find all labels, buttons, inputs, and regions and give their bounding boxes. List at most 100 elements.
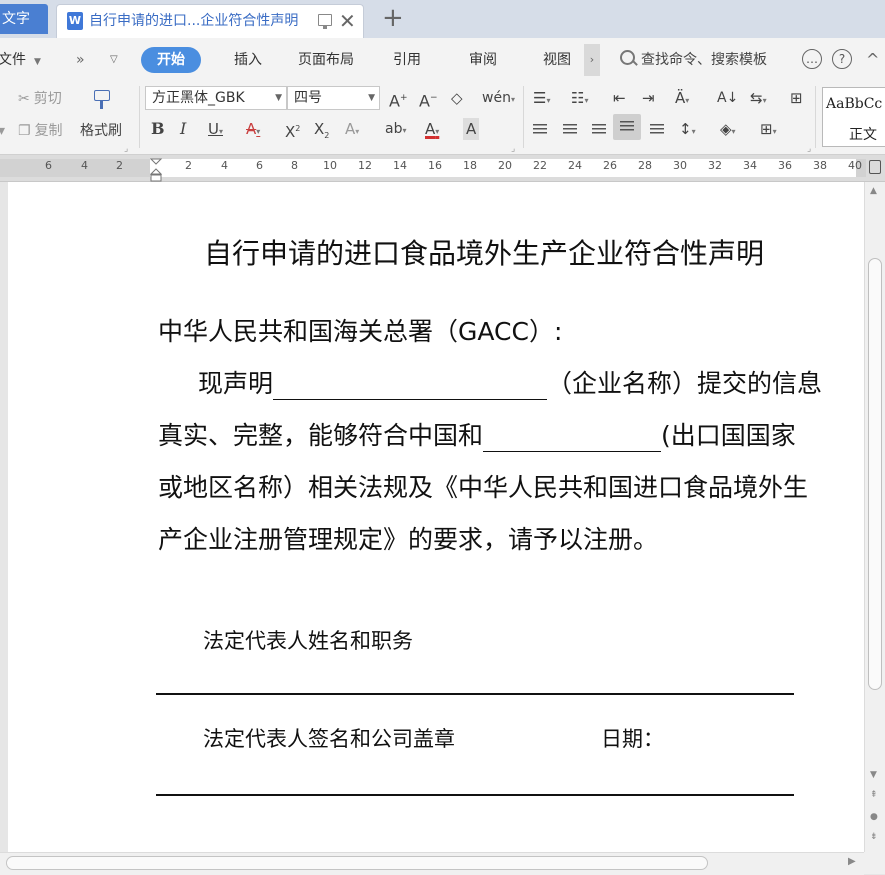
superscript-button[interactable]: X2 [285, 118, 300, 143]
horizontal-scrollbar[interactable]: ▶ [0, 852, 864, 875]
ruler-label: 20 [498, 159, 512, 172]
text-effects-icon[interactable]: A▾ [345, 118, 359, 143]
menu-file-label: 文件 [0, 52, 26, 68]
browse-object-icon[interactable]: ● [870, 812, 878, 822]
ruler-label: 4 [81, 159, 88, 172]
document-page[interactable]: 自行申请的进口食品境外生产企业符合性声明 中华人民共和国海关总署（GACC）: … [8, 182, 864, 852]
vertical-scrollbar[interactable]: ▲ ▼ ⇞ ● ⇟ [864, 182, 885, 852]
shading-bucket-icon[interactable]: ◈▾ [720, 118, 736, 143]
p1-start: 现声明 [198, 369, 274, 398]
horizontal-scroll-thumb[interactable] [6, 856, 708, 870]
font-color-icon[interactable]: A▾ [425, 118, 439, 143]
document-tab[interactable]: W 自行申请的进口...企业符合性声明 ✕ [56, 4, 364, 38]
grow-font-icon[interactable]: A+ [389, 87, 408, 112]
p1-end: （企业名称）提交的信息 [547, 369, 823, 398]
app-home-tab[interactable]: 文字 [0, 4, 48, 34]
ruler-label: 4 [221, 159, 228, 172]
style-normal-button[interactable]: AaBbCc 正文 [822, 87, 885, 147]
highlight-icon[interactable]: ab▾ [385, 118, 406, 142]
ruler-label: 14 [393, 159, 407, 172]
feedback-icon[interactable]: … [802, 49, 822, 69]
scroll-right-icon[interactable]: ▶ [848, 856, 856, 867]
show-marks-icon[interactable]: ⊞ [790, 87, 803, 109]
vertical-scroll-thumb[interactable] [868, 258, 882, 690]
document-heading: 自行申请的进口食品境外生产企业符合性声明 [204, 237, 765, 270]
font-name-value: 方正黑体_GBK [152, 90, 245, 106]
italic-button[interactable]: I [180, 118, 186, 140]
style-name: 正文 [849, 127, 877, 143]
previous-page-icon[interactable]: ⇞ [870, 790, 878, 800]
tab-page-layout[interactable]: 页面布局 [298, 38, 354, 82]
numbered-list-icon[interactable]: ☷▾ [571, 87, 588, 112]
cut-button[interactable]: ✂ 剪切 [18, 88, 62, 110]
char-shading-icon[interactable]: A [463, 118, 480, 140]
copy-button[interactable]: ❐ 复制 [18, 120, 63, 142]
paintbrush-icon[interactable] [91, 88, 113, 110]
sort-icon[interactable]: A↓ [717, 87, 738, 109]
text-direction-icon[interactable]: Ä▾ [675, 87, 689, 112]
borders-icon[interactable]: ⊞▾ [760, 118, 777, 143]
copy-icon: ❐ [18, 123, 31, 139]
tab-references[interactable]: 引用 [393, 38, 421, 82]
rep-sign-label: 法定代表人签名和公司盖章 [203, 727, 455, 751]
bullet-list-icon[interactable]: ☰▾ [533, 87, 550, 112]
ruler-label: 26 [603, 159, 617, 172]
monitor-icon[interactable] [318, 14, 332, 29]
decrease-indent-icon[interactable]: ⇤ [613, 87, 626, 109]
collapse-ribbon-icon[interactable]: ^ [866, 38, 879, 82]
increase-indent-icon[interactable]: ⇥ [642, 87, 655, 109]
strikethrough-button[interactable]: A▾ [246, 118, 260, 143]
font-name-select[interactable]: 方正黑体_GBK ▼ [145, 86, 287, 110]
more-tabs-arrow-icon[interactable]: › [584, 44, 600, 76]
ruler-label: 28 [638, 159, 652, 172]
subscript-button[interactable]: X2 [314, 118, 329, 147]
cut-label: 剪切 [33, 91, 62, 107]
signature-line[interactable] [156, 794, 794, 796]
ruler-label: 12 [358, 159, 372, 172]
ruler-label: 18 [463, 159, 477, 172]
tab-review[interactable]: 审阅 [469, 38, 497, 82]
underline-button[interactable]: U▾ [208, 118, 223, 143]
align-right-icon[interactable] [592, 124, 606, 136]
justify-button[interactable] [613, 114, 641, 140]
ruler-label: 6 [256, 159, 263, 172]
scroll-down-icon[interactable]: ▼ [870, 770, 877, 780]
ruler-label: 30 [673, 159, 687, 172]
ruler-toggle-icon[interactable] [866, 158, 885, 178]
search-placeholder: 查找命令、搜索模板 [641, 52, 767, 68]
indent-marker-icon[interactable] [150, 158, 162, 182]
bold-button[interactable]: B [151, 118, 165, 140]
ruler-label: 32 [708, 159, 722, 172]
paste-dropdown-icon[interactable]: ▾ [0, 120, 5, 142]
writer-doc-icon: W [67, 12, 83, 30]
next-page-icon[interactable]: ⇟ [870, 832, 878, 842]
chevron-down-icon: ▼ [275, 93, 282, 103]
close-icon[interactable]: ✕ [339, 10, 356, 32]
shrink-font-icon[interactable]: A− [419, 87, 438, 112]
tab-view[interactable]: 视图 [543, 38, 571, 82]
distributed-align-icon[interactable] [650, 124, 664, 136]
line-spacing-icon[interactable]: ↕▾ [679, 118, 696, 143]
tab-home[interactable]: 开始 [141, 47, 201, 73]
rep-name-line[interactable] [156, 693, 794, 695]
ruler-label: 40 [848, 159, 862, 172]
help-icon[interactable]: ? [832, 49, 852, 69]
phonetic-guide-icon[interactable]: wén▾ [482, 87, 515, 111]
horizontal-ruler[interactable]: 6 4 2 2 4 6 8 10 12 14 16 18 20 22 24 26… [0, 155, 885, 182]
customize-toolbar-icon[interactable]: ▽ [110, 38, 118, 82]
align-center-icon[interactable] [563, 124, 577, 136]
font-size-select[interactable]: 四号 ▼ [287, 86, 380, 110]
ruler-label: 36 [778, 159, 792, 172]
company-name-blank[interactable] [273, 369, 548, 400]
more-commands-icon[interactable]: » [76, 38, 85, 82]
menu-file[interactable]: 文件 ▼ [0, 38, 41, 84]
align-left-icon[interactable] [533, 124, 547, 136]
country-name-blank[interactable] [483, 421, 662, 452]
new-tab-plus-icon[interactable]: + [382, 3, 404, 33]
clear-format-eraser-icon[interactable]: ◇ [451, 87, 463, 109]
scroll-up-icon[interactable]: ▲ [870, 186, 877, 196]
format-painter-button[interactable]: 格式刷 [80, 120, 122, 142]
command-search[interactable]: 查找命令、搜索模板 [620, 38, 767, 82]
line-break-icon[interactable]: ⇆▾ [750, 87, 767, 112]
tab-insert[interactable]: 插入 [234, 38, 262, 82]
